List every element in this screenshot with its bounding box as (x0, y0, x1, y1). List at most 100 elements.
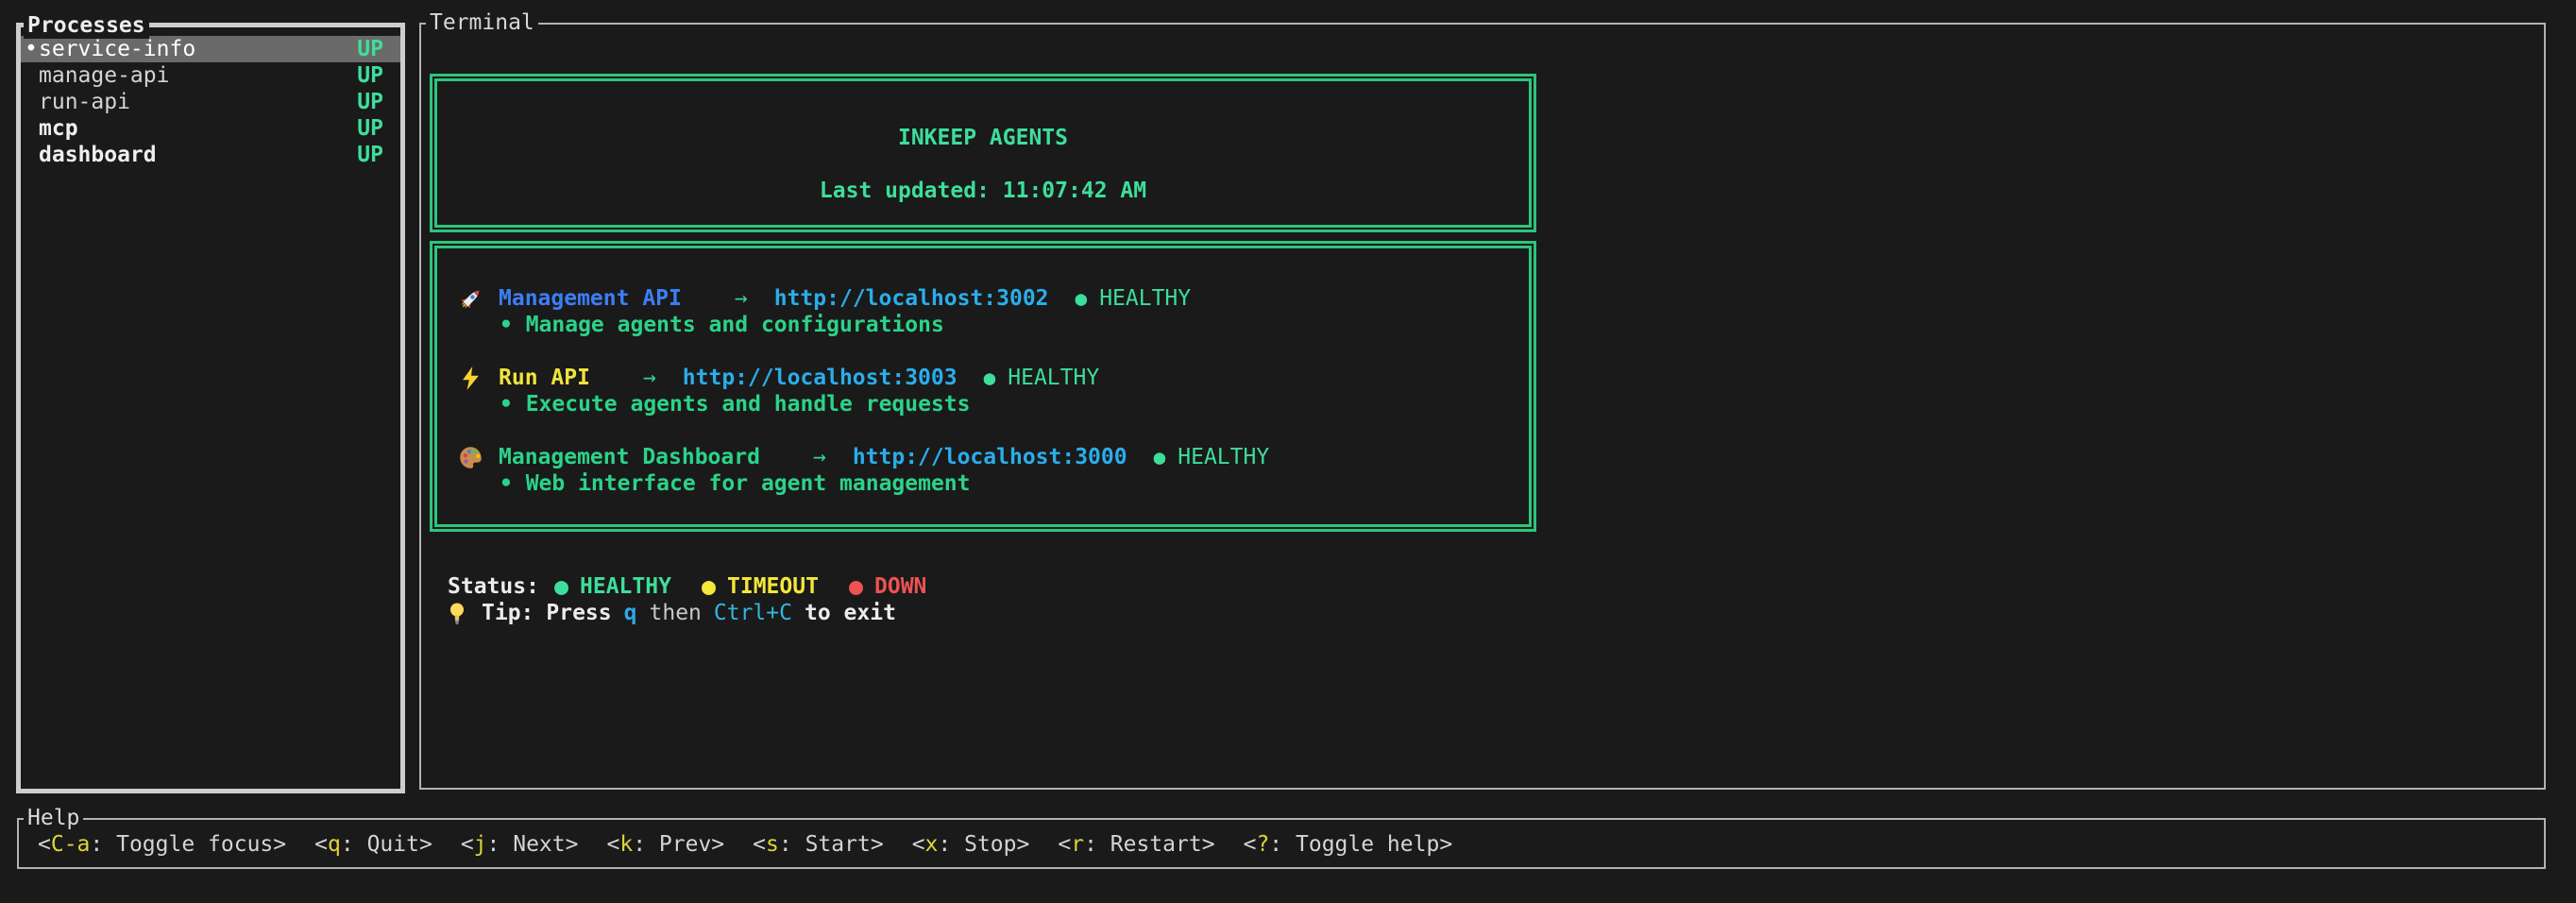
help-shortcut: <?: Toggle help> (1244, 832, 1453, 857)
process-list-item[interactable]: run-api UP (21, 89, 400, 115)
service-description: • Web interface for agent management (437, 470, 1529, 497)
shortcut-key: ? (1256, 832, 1269, 857)
shortcut-description: Next (513, 832, 565, 857)
tip-text: Press (546, 600, 611, 626)
legend-entry: ● TIMEOUT (702, 573, 819, 600)
process-list-item[interactable]: • service-info UP (21, 36, 400, 62)
palette-icon (458, 445, 483, 470)
spacer (437, 497, 1529, 523)
bracket-open: < (461, 832, 474, 857)
service-url[interactable]: http://localhost:3003 (683, 365, 958, 391)
processes-panel-title: Processes (24, 12, 149, 39)
process-status-badge: UP (357, 142, 383, 168)
app-title: INKEEP AGENTS (437, 125, 1529, 151)
shortcut-description: Toggle help (1296, 832, 1439, 857)
process-status-badge: UP (357, 89, 383, 115)
help-shortcut: <k: Prev> (606, 832, 724, 857)
help-shortcut: <s: Start> (753, 832, 884, 857)
service-entry: Management API → http://localhost:3002 ●… (437, 285, 1529, 365)
process-list-item[interactable]: mcp UP (21, 115, 400, 142)
tip-text: Tip: (482, 600, 534, 626)
help-panel: Help <C-a: Toggle focus> <q: Quit> <j: N… (17, 818, 2546, 869)
status-legend-label: Status: (448, 573, 539, 600)
help-shortcut: <q: Quit> (314, 832, 432, 857)
process-status-badge: UP (357, 62, 383, 89)
shortcut-separator: : (938, 832, 964, 857)
process-name: dashboard (39, 142, 157, 168)
shortcut-separator: : (633, 832, 659, 857)
shortcut-key: C-a (51, 832, 91, 857)
legend-entry-label: TIMEOUT (727, 573, 819, 600)
help-shortcut: <r: Restart> (1058, 832, 1214, 857)
terminal-panel: Terminal INKEEP AGENTS Last updated: 11:… (419, 23, 2546, 790)
shortcut-separator: : (779, 832, 805, 857)
spacer (437, 338, 1529, 365)
bracket-close: > (871, 832, 884, 857)
shortcut-key: k (619, 832, 633, 857)
process-status-badge: UP (357, 36, 383, 62)
service-health: HEALTHY (1099, 285, 1191, 312)
process-list: • service-info UP manage-api UP run-api … (21, 36, 400, 168)
service-line: Management Dashboard → http://localhost:… (437, 444, 1529, 470)
shortcut-description: Stop (964, 832, 1016, 857)
shortcut-separator: : (487, 832, 514, 857)
shortcut-separator: : (90, 832, 116, 857)
service-description: • Manage agents and configurations (437, 312, 1529, 338)
legend-entry-label: HEALTHY (580, 573, 671, 600)
bracket-close: > (566, 832, 579, 857)
bracket-open: < (38, 832, 51, 857)
process-list-item[interactable]: manage-api UP (21, 62, 400, 89)
shortcut-key: r (1071, 832, 1084, 857)
bracket-open: < (912, 832, 925, 857)
tip-line: Tip: Press q then Ctrl+C to exit (446, 600, 2544, 626)
legend-entry: ● DOWN (849, 573, 926, 600)
service-entry: Management Dashboard → http://localhost:… (437, 444, 1529, 523)
help-shortcut: <C-a: Toggle focus> (38, 832, 286, 857)
shortcut-description: Quit (367, 832, 419, 857)
shortcut-key: q (328, 832, 341, 857)
help-shortcut-list: <C-a: Toggle focus> <q: Quit> <j: Next> … (19, 820, 2544, 867)
status-dot-icon: ● (702, 573, 716, 600)
service-url[interactable]: http://localhost:3002 (774, 285, 1049, 312)
service-health: HEALTHY (1178, 444, 1269, 470)
bracket-open: < (753, 832, 766, 857)
process-list-item[interactable]: dashboard UP (21, 142, 400, 168)
tip-text: to exit (805, 600, 896, 626)
bracket-close: > (1017, 832, 1030, 857)
bracket-close: > (1202, 832, 1215, 857)
process-name: service-info (39, 36, 195, 62)
bracket-open: < (314, 832, 328, 857)
service-name: Run API (499, 365, 590, 391)
lightbulb-icon (446, 601, 474, 625)
shortcut-separator: : (1084, 832, 1110, 857)
health-dot-icon: ● (1076, 285, 1088, 312)
legend-entry: ● HEALTHY (554, 573, 671, 600)
process-name: mcp (39, 115, 78, 142)
bracket-close: > (419, 832, 432, 857)
service-line: Run API → http://localhost:3003 ● HEALTH… (437, 365, 1529, 391)
services-box: Management API → http://localhost:3002 ●… (430, 241, 1536, 532)
terminal-panel-title: Terminal (426, 9, 538, 36)
shortcut-description: Toggle focus (116, 832, 273, 857)
shortcut-key: x (925, 832, 939, 857)
bracket-close: > (1439, 832, 1452, 857)
shortcut-separator: : (1269, 832, 1296, 857)
status-legend: Status: ● HEALTHY ● TIMEOUT ● DOWN (448, 573, 2544, 600)
bracket-close: > (273, 832, 286, 857)
lightning-icon (458, 366, 483, 391)
spacer (437, 417, 1529, 444)
bracket-open: < (1244, 832, 1257, 857)
shortcut-description: Prev (659, 832, 711, 857)
service-health: HEALTHY (1008, 365, 1099, 391)
last-updated: Last updated: 11:07:42 AM (437, 178, 1529, 204)
help-shortcut: <j: Next> (461, 832, 579, 857)
status-dot-icon: ● (554, 573, 568, 600)
service-description: • Execute agents and handle requests (437, 391, 1529, 417)
service-url[interactable]: http://localhost:3000 (853, 444, 1127, 470)
arrow-glyph: → (643, 365, 656, 391)
arrow-glyph: → (813, 444, 826, 470)
service-line: Management API → http://localhost:3002 ●… (437, 285, 1529, 312)
service-entry: Run API → http://localhost:3003 ● HEALTH… (437, 365, 1529, 444)
service-name: Management API (499, 285, 682, 312)
process-status-badge: UP (357, 115, 383, 142)
